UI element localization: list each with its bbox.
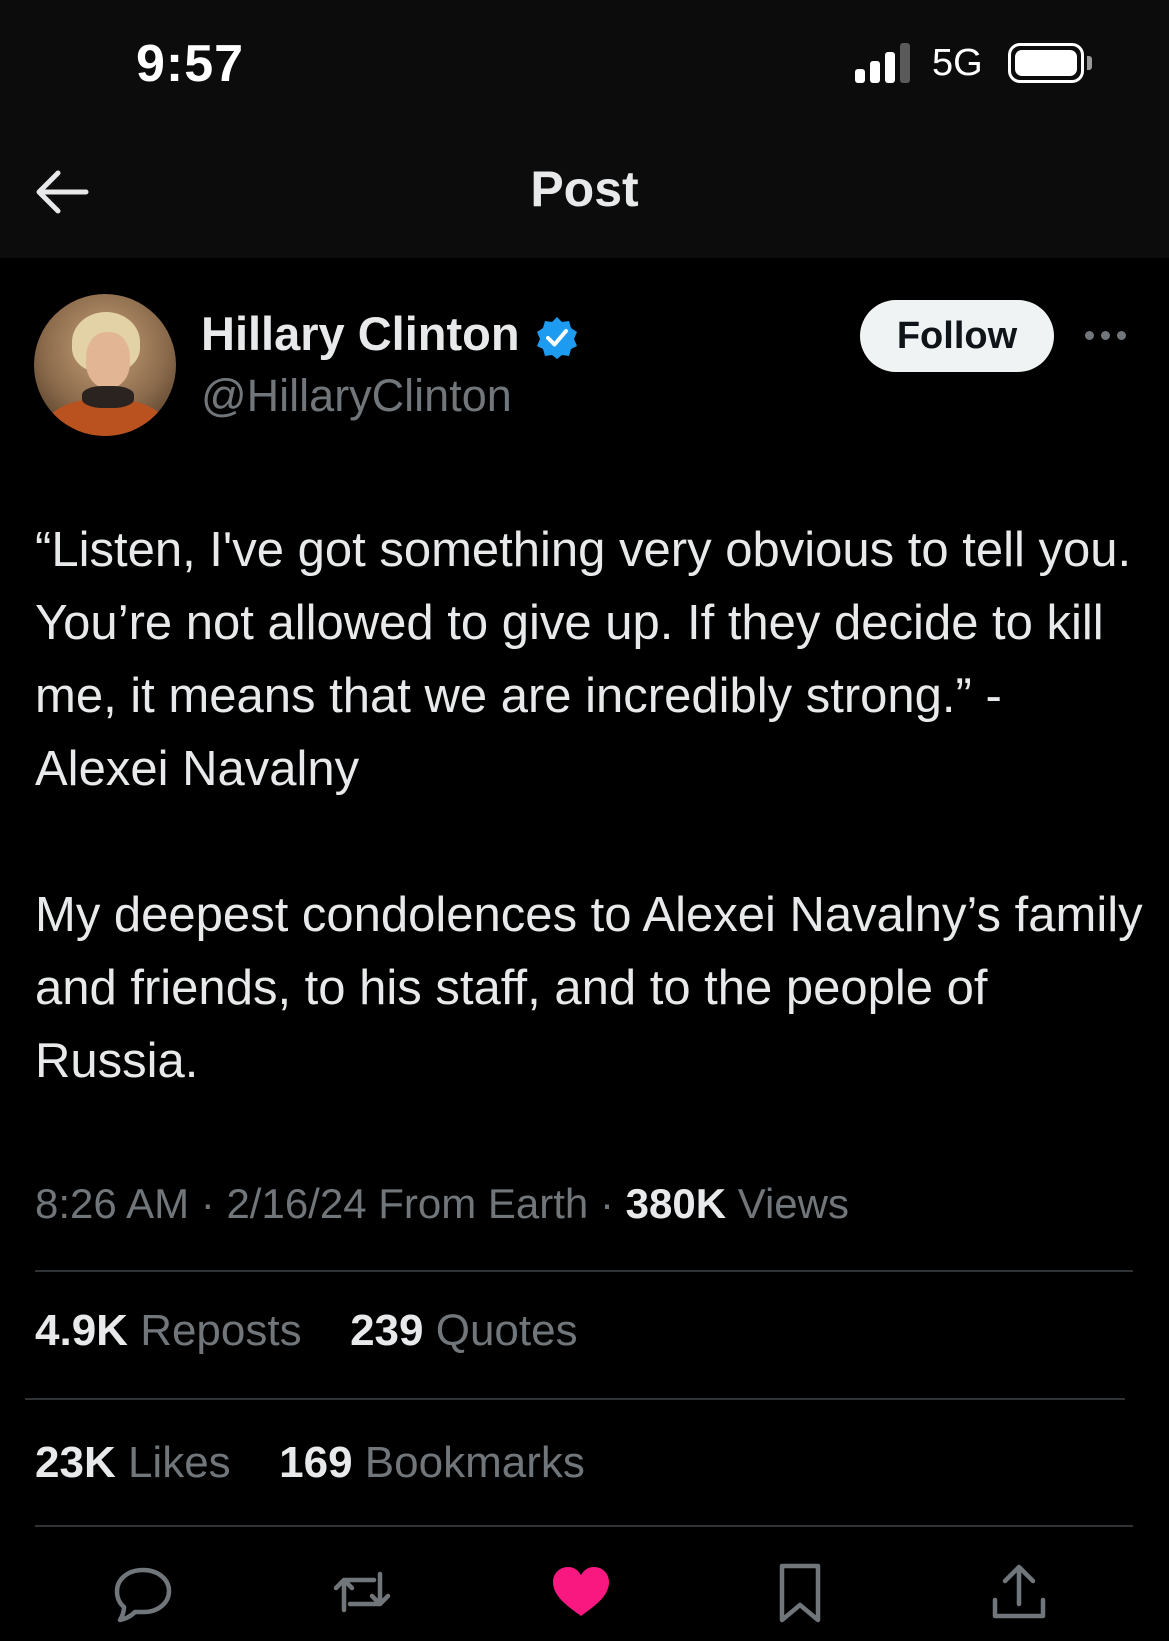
status-time: 9:57 — [136, 35, 245, 93]
likes-label[interactable]: Likes — [128, 1438, 231, 1487]
page-title: Post — [530, 161, 639, 217]
bookmarks-label[interactable]: Bookmarks — [365, 1438, 585, 1487]
quotes-count[interactable]: 239 — [350, 1306, 423, 1355]
repost-icon — [333, 1571, 391, 1613]
status-bar: 9:57 5G — [0, 0, 1169, 130]
repost-quote-stats: 4.9K Reposts 239 Quotes — [35, 1306, 578, 1356]
verified-badge-icon — [537, 317, 577, 359]
post-screen: 9:57 5G Post Hillary Clinton @HillaryCli… — [0, 0, 1169, 1641]
likes-count[interactable]: 23K — [35, 1438, 116, 1487]
share-icon — [992, 1564, 1046, 1619]
reply-icon — [114, 1567, 172, 1623]
views-label[interactable]: Views — [738, 1180, 849, 1227]
post-meta: 8:26 AM · 2/16/24 From Earth · 380K View… — [35, 1180, 849, 1227]
battery-icon — [1008, 43, 1084, 83]
divider — [35, 1525, 1133, 1527]
network-type: 5G — [932, 42, 983, 84]
more-dots-icon[interactable] — [1082, 320, 1130, 350]
signal-strength-icon — [855, 43, 911, 83]
reposts-count[interactable]: 4.9K — [35, 1306, 128, 1355]
like-icon — [553, 1567, 609, 1616]
top-navigation-bar: Post — [0, 130, 1169, 258]
post-time[interactable]: 8:26 AM — [35, 1180, 189, 1227]
like-bookmark-stats: 23K Likes 169 Bookmarks — [35, 1438, 585, 1488]
post-text: “Listen, I've got something very obvious… — [35, 514, 1145, 1098]
reposts-label[interactable]: Reposts — [140, 1306, 301, 1355]
quotes-label[interactable]: Quotes — [436, 1306, 578, 1355]
post-paragraph: “Listen, I've got something very obvious… — [35, 523, 1132, 796]
author-display-name[interactable]: Hillary Clinton — [201, 306, 520, 361]
views-count[interactable]: 380K — [626, 1180, 726, 1227]
bookmark-icon — [779, 1563, 821, 1623]
share-button[interactable] — [987, 1560, 1051, 1624]
bookmarks-count[interactable]: 169 — [279, 1438, 352, 1487]
post-source: From Earth — [378, 1180, 589, 1227]
follow-button[interactable]: Follow — [860, 300, 1054, 372]
divider — [35, 1270, 1133, 1272]
bookmark-button[interactable] — [768, 1560, 832, 1624]
battery-tip — [1087, 56, 1092, 70]
post-paragraph: My deepest condolences to Alexei Navalny… — [35, 888, 1143, 1088]
author-handle[interactable]: @HillaryClinton — [201, 370, 512, 422]
divider — [25, 1398, 1125, 1400]
post-date[interactable]: 2/16/24 — [226, 1180, 366, 1227]
repost-button[interactable] — [330, 1560, 394, 1624]
avatar[interactable] — [34, 294, 176, 436]
reply-button[interactable] — [111, 1560, 175, 1624]
like-button[interactable] — [549, 1560, 613, 1624]
